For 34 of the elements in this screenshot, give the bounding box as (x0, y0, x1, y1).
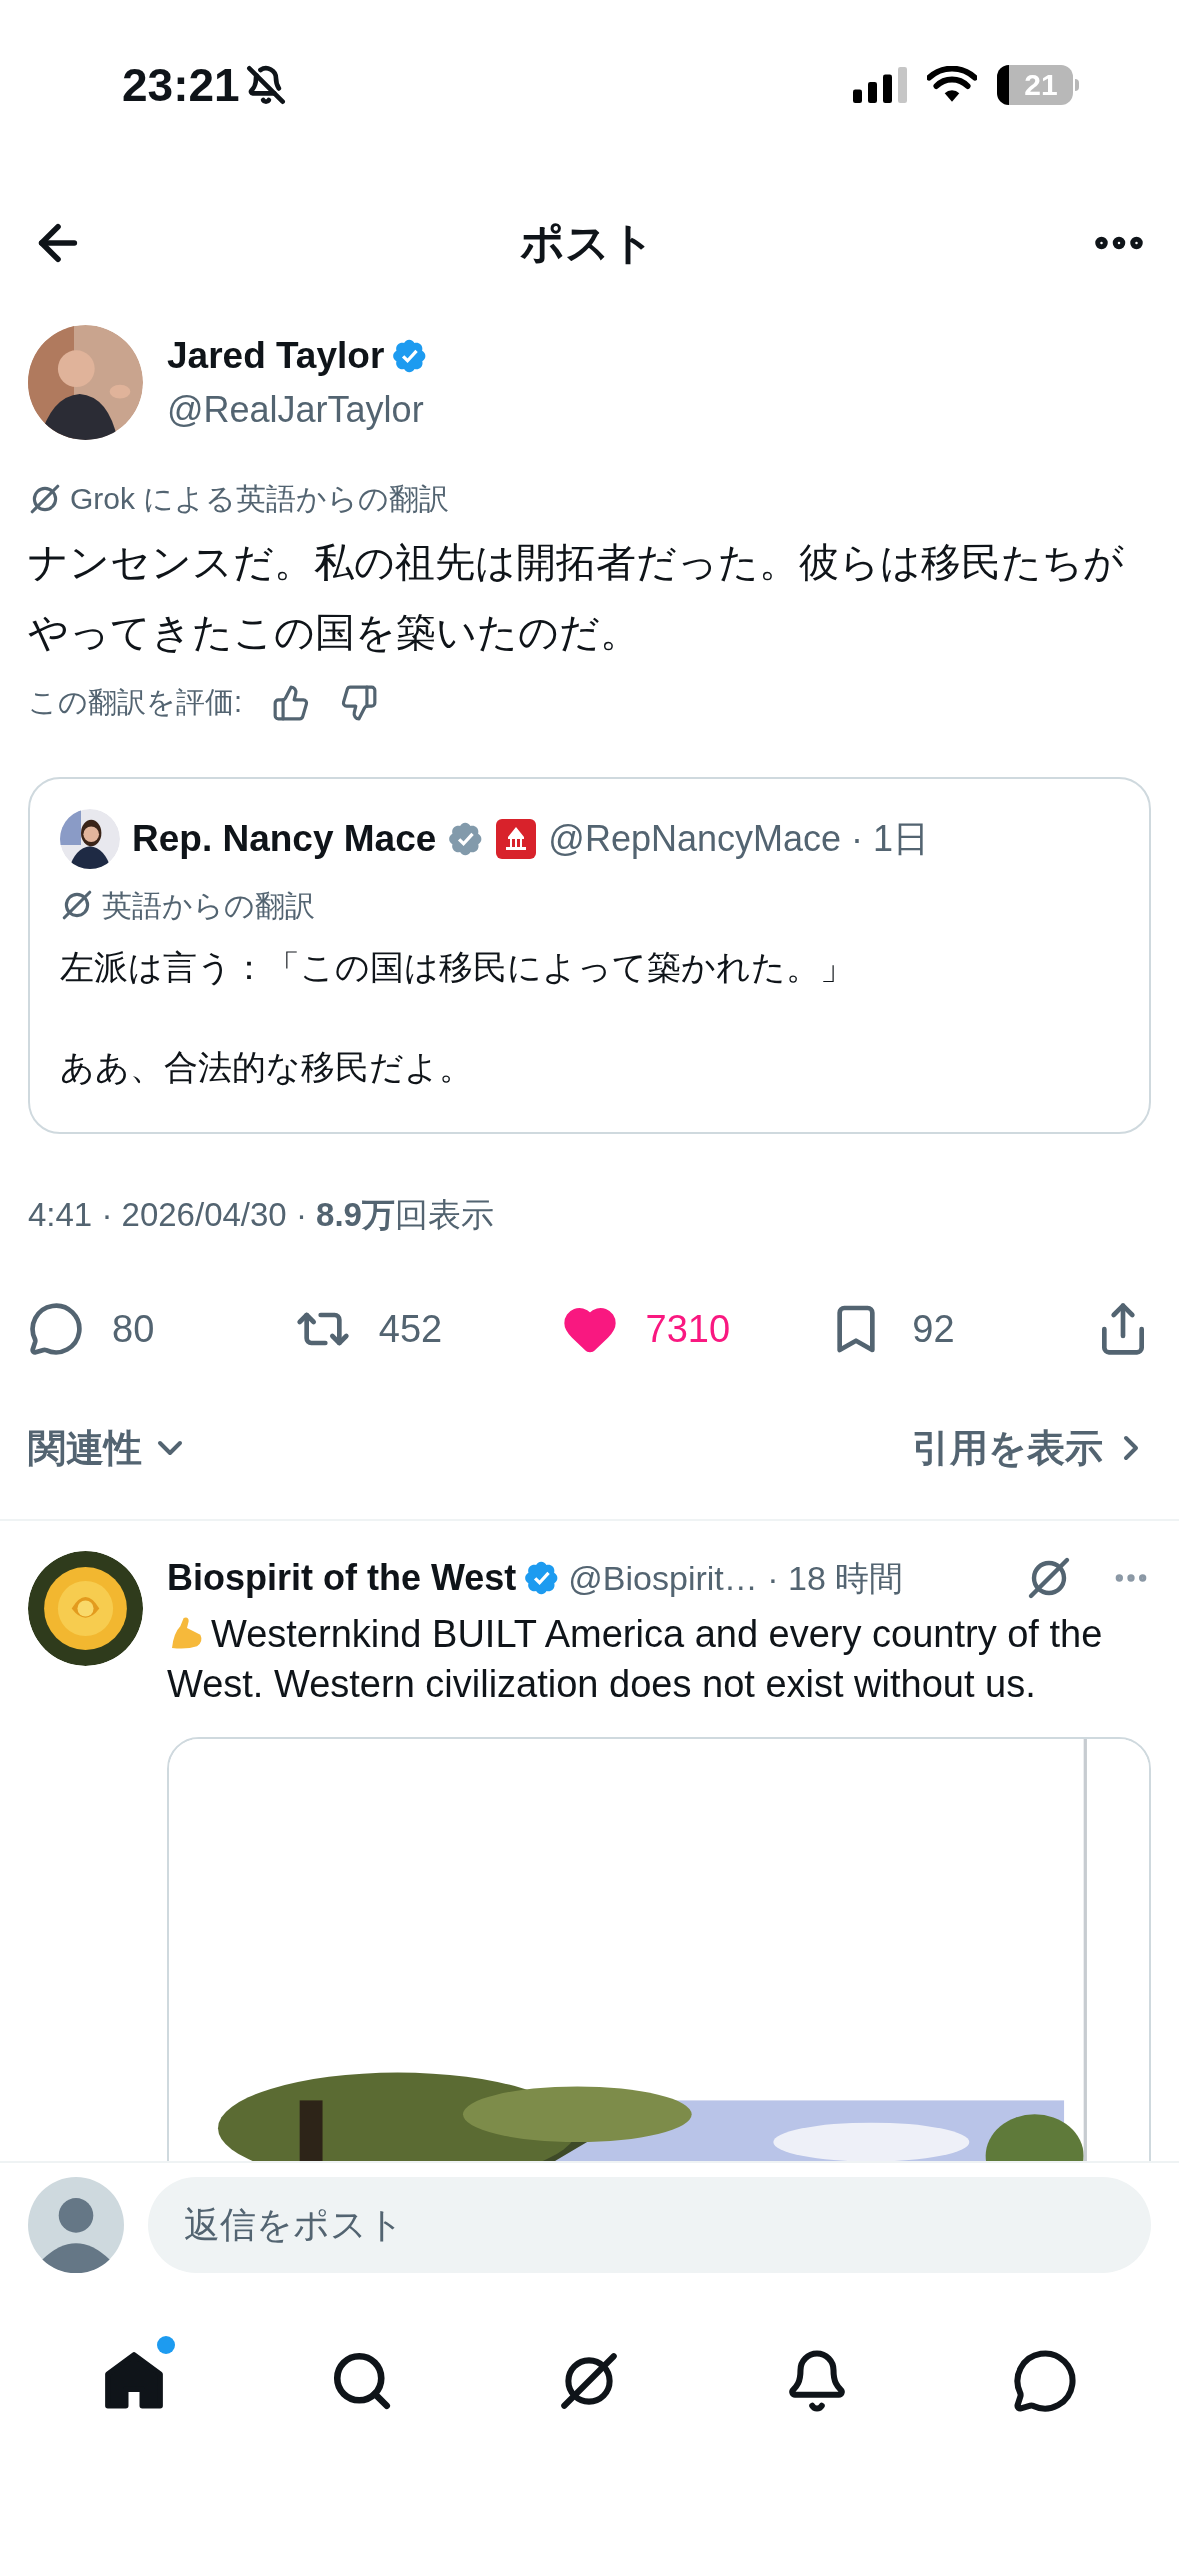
translation-label: Grok による英語からの翻訳 (70, 481, 450, 517)
post-meta: 4:41 · 2026/04/30 · 8.9万回表示 (28, 1194, 495, 1235)
post-text: ナンセンスだ。私の祖先は開拓者だった。彼らは移民たちがやってきたこの国を築いたのだ。 (28, 539, 1125, 656)
bookmark-action[interactable]: 92 (828, 1300, 1033, 1358)
sort-dropdown[interactable]: 関連性 (28, 1419, 190, 1477)
battery-indicator: 21 (997, 65, 1073, 105)
rate-translation-label: この翻訳を評価: (28, 685, 243, 720)
reply-handle-time: @Biospirit… · 18 時間 (568, 1557, 904, 1599)
grok-icon (60, 888, 94, 922)
status-time: 23:21 (122, 57, 240, 113)
repost-action[interactable]: 452 (294, 1300, 499, 1358)
view-quotes-link[interactable]: 引用を表示 (912, 1419, 1151, 1477)
quoted-post-text: ああ、合法的な移民だよ。 (60, 1046, 474, 1088)
page-title: ポスト (520, 216, 655, 269)
reply-action[interactable]: 80 (28, 1300, 232, 1358)
reply-text: Westernkind BUILT America and every country of the West. Western civilization does not exist without us. (167, 1612, 1104, 1707)
wifi-icon (927, 66, 977, 104)
author-name[interactable]: Jared Taylor (167, 327, 385, 384)
avatar (60, 808, 120, 869)
quoted-handle-time: @RepNancyMace · 1日 (548, 816, 930, 861)
quoted-post-card[interactable]: Rep. Nancy Mace @RepNancyMace · 1日 英語からの翻訳 左派は言う：「この国は移民によって築かれた。」 ああ、合法的な移民だよ。 (28, 776, 1151, 1134)
thumbs-down-button[interactable] (340, 683, 379, 722)
reply-author-name[interactable]: Biospirit of the West (167, 1551, 517, 1605)
author-handle[interactable]: @RealJarTaylor (167, 383, 429, 438)
quoted-post-text: 左派は言う：「この国は移民によって築かれた。」 (60, 946, 855, 988)
messages-icon (1012, 2348, 1079, 2414)
thumbs-up-button[interactable] (272, 683, 311, 722)
quoted-author-name: Rep. Nancy Mace (132, 816, 437, 861)
reply-icon (28, 1301, 84, 1357)
translation-label: 英語からの翻訳 (102, 887, 315, 924)
reply-input-field[interactable]: 返信をポスト (148, 2176, 1151, 2273)
like-action[interactable]: 7310 (561, 1300, 766, 1358)
bell-off-icon (245, 65, 286, 105)
signal-icon (853, 67, 907, 103)
